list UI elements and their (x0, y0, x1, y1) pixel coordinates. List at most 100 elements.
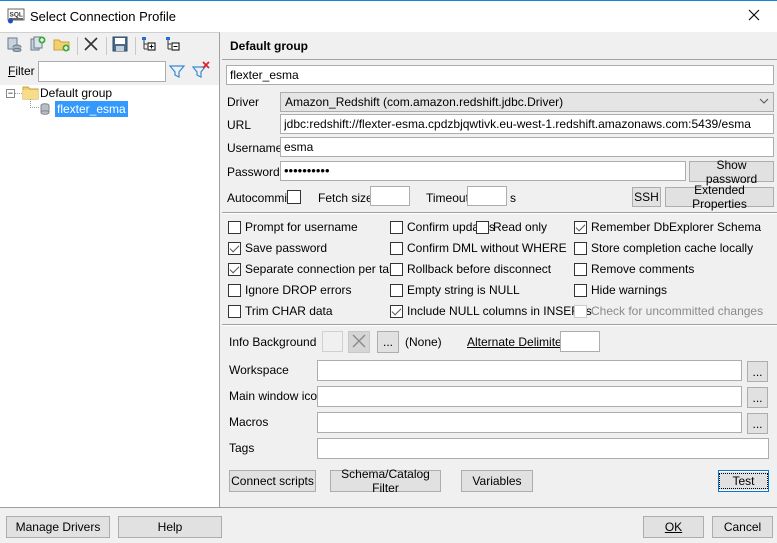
clear-color-button[interactable] (348, 331, 370, 353)
checkbox[interactable] (228, 220, 241, 234)
save-button[interactable] (109, 35, 131, 57)
extended-properties-label: Extended Properties (692, 183, 747, 211)
checkbox-label: Prompt for username (245, 220, 358, 234)
close-icon (748, 9, 760, 24)
option-confirm-dml[interactable]: Confirm DML without WHERE (390, 240, 567, 256)
schema-catalog-filter-button[interactable]: Schema/Catalog Filter (330, 467, 441, 495)
option-ignore-drop-errors[interactable]: Ignore DROP errors (228, 282, 351, 298)
checkbox[interactable] (390, 283, 403, 297)
main-window-icon-browse-button[interactable]: ... (747, 387, 768, 408)
checkbox-label: Include NULL columns in INSERTs (407, 304, 592, 318)
macros-browse-button[interactable]: ... (747, 413, 768, 434)
checkbox[interactable] (390, 220, 403, 234)
driver-value: Amazon_Redshift (com.amazon.redshift.jdb… (285, 95, 564, 109)
collapse-toggle-icon[interactable]: − (6, 89, 15, 98)
macros-input[interactable] (317, 412, 742, 433)
extended-properties-button[interactable]: Extended Properties (665, 183, 774, 211)
window-title: Select Connection Profile (30, 9, 176, 24)
checkbox[interactable] (228, 262, 241, 276)
expand-all-button[interactable] (138, 35, 160, 57)
fetch-size-label: Fetch size (318, 191, 373, 205)
filter-icon[interactable] (168, 63, 186, 79)
clear-filter-icon[interactable] (191, 61, 210, 79)
variables-label: Variables (472, 474, 522, 488)
option-trim-char[interactable]: Trim CHAR data (228, 303, 333, 319)
profile-name-input[interactable] (226, 65, 774, 85)
url-input[interactable] (280, 114, 774, 134)
checkbox[interactable] (390, 262, 403, 276)
new-profile-button[interactable] (3, 35, 25, 57)
option-read-only[interactable]: Read only (476, 219, 547, 235)
new-profile-icon (6, 36, 22, 55)
checkbox-label: Separate connection per tab (245, 262, 396, 276)
test-button[interactable]: Test (718, 470, 769, 492)
variables-button[interactable]: Variables (461, 470, 533, 492)
tags-input[interactable] (317, 438, 769, 459)
checkbox-label: Remove comments (591, 262, 695, 276)
option-store-completion-cache[interactable]: Store completion cache locally (574, 240, 753, 256)
delete-button[interactable] (80, 35, 102, 57)
option-rollback-before-disconnect[interactable]: Rollback before disconnect (390, 261, 551, 277)
autocommit-checkbox[interactable] (287, 190, 301, 204)
copy-profile-button[interactable] (27, 35, 49, 57)
collapse-all-icon (165, 36, 181, 55)
database-icon (40, 102, 50, 115)
username-input[interactable] (280, 137, 774, 157)
checkbox[interactable] (228, 241, 241, 255)
dialog-footer: Manage Drivers Help OK Cancel (0, 507, 777, 543)
choose-color-button[interactable]: ... (377, 331, 399, 353)
close-button[interactable] (731, 1, 777, 32)
show-password-button[interactable]: Show password (689, 158, 774, 186)
url-label: URL (227, 118, 252, 132)
sql-icon: SQL (7, 8, 25, 24)
connect-scripts-label: Connect scripts (231, 474, 314, 488)
schema-filter-label: Schema/Catalog Filter (341, 467, 430, 495)
alternate-delimiter-link[interactable]: Alternate Delimiter (467, 335, 566, 349)
fetch-size-input[interactable] (370, 186, 410, 206)
option-remove-comments[interactable]: Remove comments (574, 261, 694, 277)
tree-profile-item[interactable]: flexter_esma (40, 100, 128, 117)
new-group-button[interactable] (51, 35, 73, 57)
collapse-all-button[interactable] (162, 35, 184, 57)
ssh-button[interactable]: SSH (632, 187, 661, 207)
connect-scripts-button[interactable]: Connect scripts (229, 470, 316, 492)
filter-input[interactable] (38, 61, 166, 82)
option-prompt-username[interactable]: Prompt for username (228, 219, 358, 235)
option-include-null-columns[interactable]: Include NULL columns in INSERTs (390, 303, 592, 319)
checkbox[interactable] (228, 283, 241, 297)
timeout-unit: s (510, 191, 516, 205)
option-save-password[interactable]: Save password (228, 240, 327, 256)
workspace-input[interactable] (317, 360, 742, 381)
title-bar: SQL Select Connection Profile (0, 0, 777, 32)
checkbox[interactable] (476, 220, 489, 234)
checkbox[interactable] (574, 241, 587, 255)
divider (222, 59, 777, 60)
tags-label: Tags (229, 441, 255, 455)
option-empty-string-null[interactable]: Empty string is NULL (390, 282, 520, 298)
alternate-delimiter-input[interactable] (560, 331, 600, 352)
option-separate-connection[interactable]: Separate connection per tab (228, 261, 396, 277)
checkbox[interactable] (574, 262, 587, 276)
username-label: Username (227, 141, 283, 155)
clear-icon (352, 334, 366, 351)
main-window-icon-input[interactable] (317, 386, 742, 407)
tree-profile-label: flexter_esma (55, 100, 128, 117)
checkbox[interactable] (390, 241, 403, 255)
checkbox[interactable] (228, 304, 241, 318)
password-input[interactable]: •••••••••• (280, 161, 686, 181)
manage-drivers-button[interactable]: Manage Drivers (6, 516, 110, 538)
checkbox[interactable] (574, 220, 587, 234)
checkbox[interactable] (574, 283, 587, 297)
show-password-label: Show password (705, 157, 758, 186)
help-button[interactable]: Help (118, 516, 222, 538)
timeout-input[interactable] (467, 186, 507, 206)
option-hide-warnings[interactable]: Hide warnings (574, 282, 667, 298)
cancel-button[interactable]: Cancel (712, 516, 773, 538)
option-remember-dbexplorer-schema[interactable]: Remember DbExplorer Schema (574, 219, 761, 235)
info-background-swatch[interactable] (322, 331, 343, 352)
checkbox[interactable] (390, 304, 403, 318)
driver-select[interactable]: Amazon_Redshift (com.amazon.redshift.jdb… (280, 92, 774, 112)
workspace-browse-button[interactable]: ... (747, 361, 768, 382)
ok-button[interactable]: OK (643, 516, 704, 538)
filter-row: Filter (0, 58, 219, 85)
